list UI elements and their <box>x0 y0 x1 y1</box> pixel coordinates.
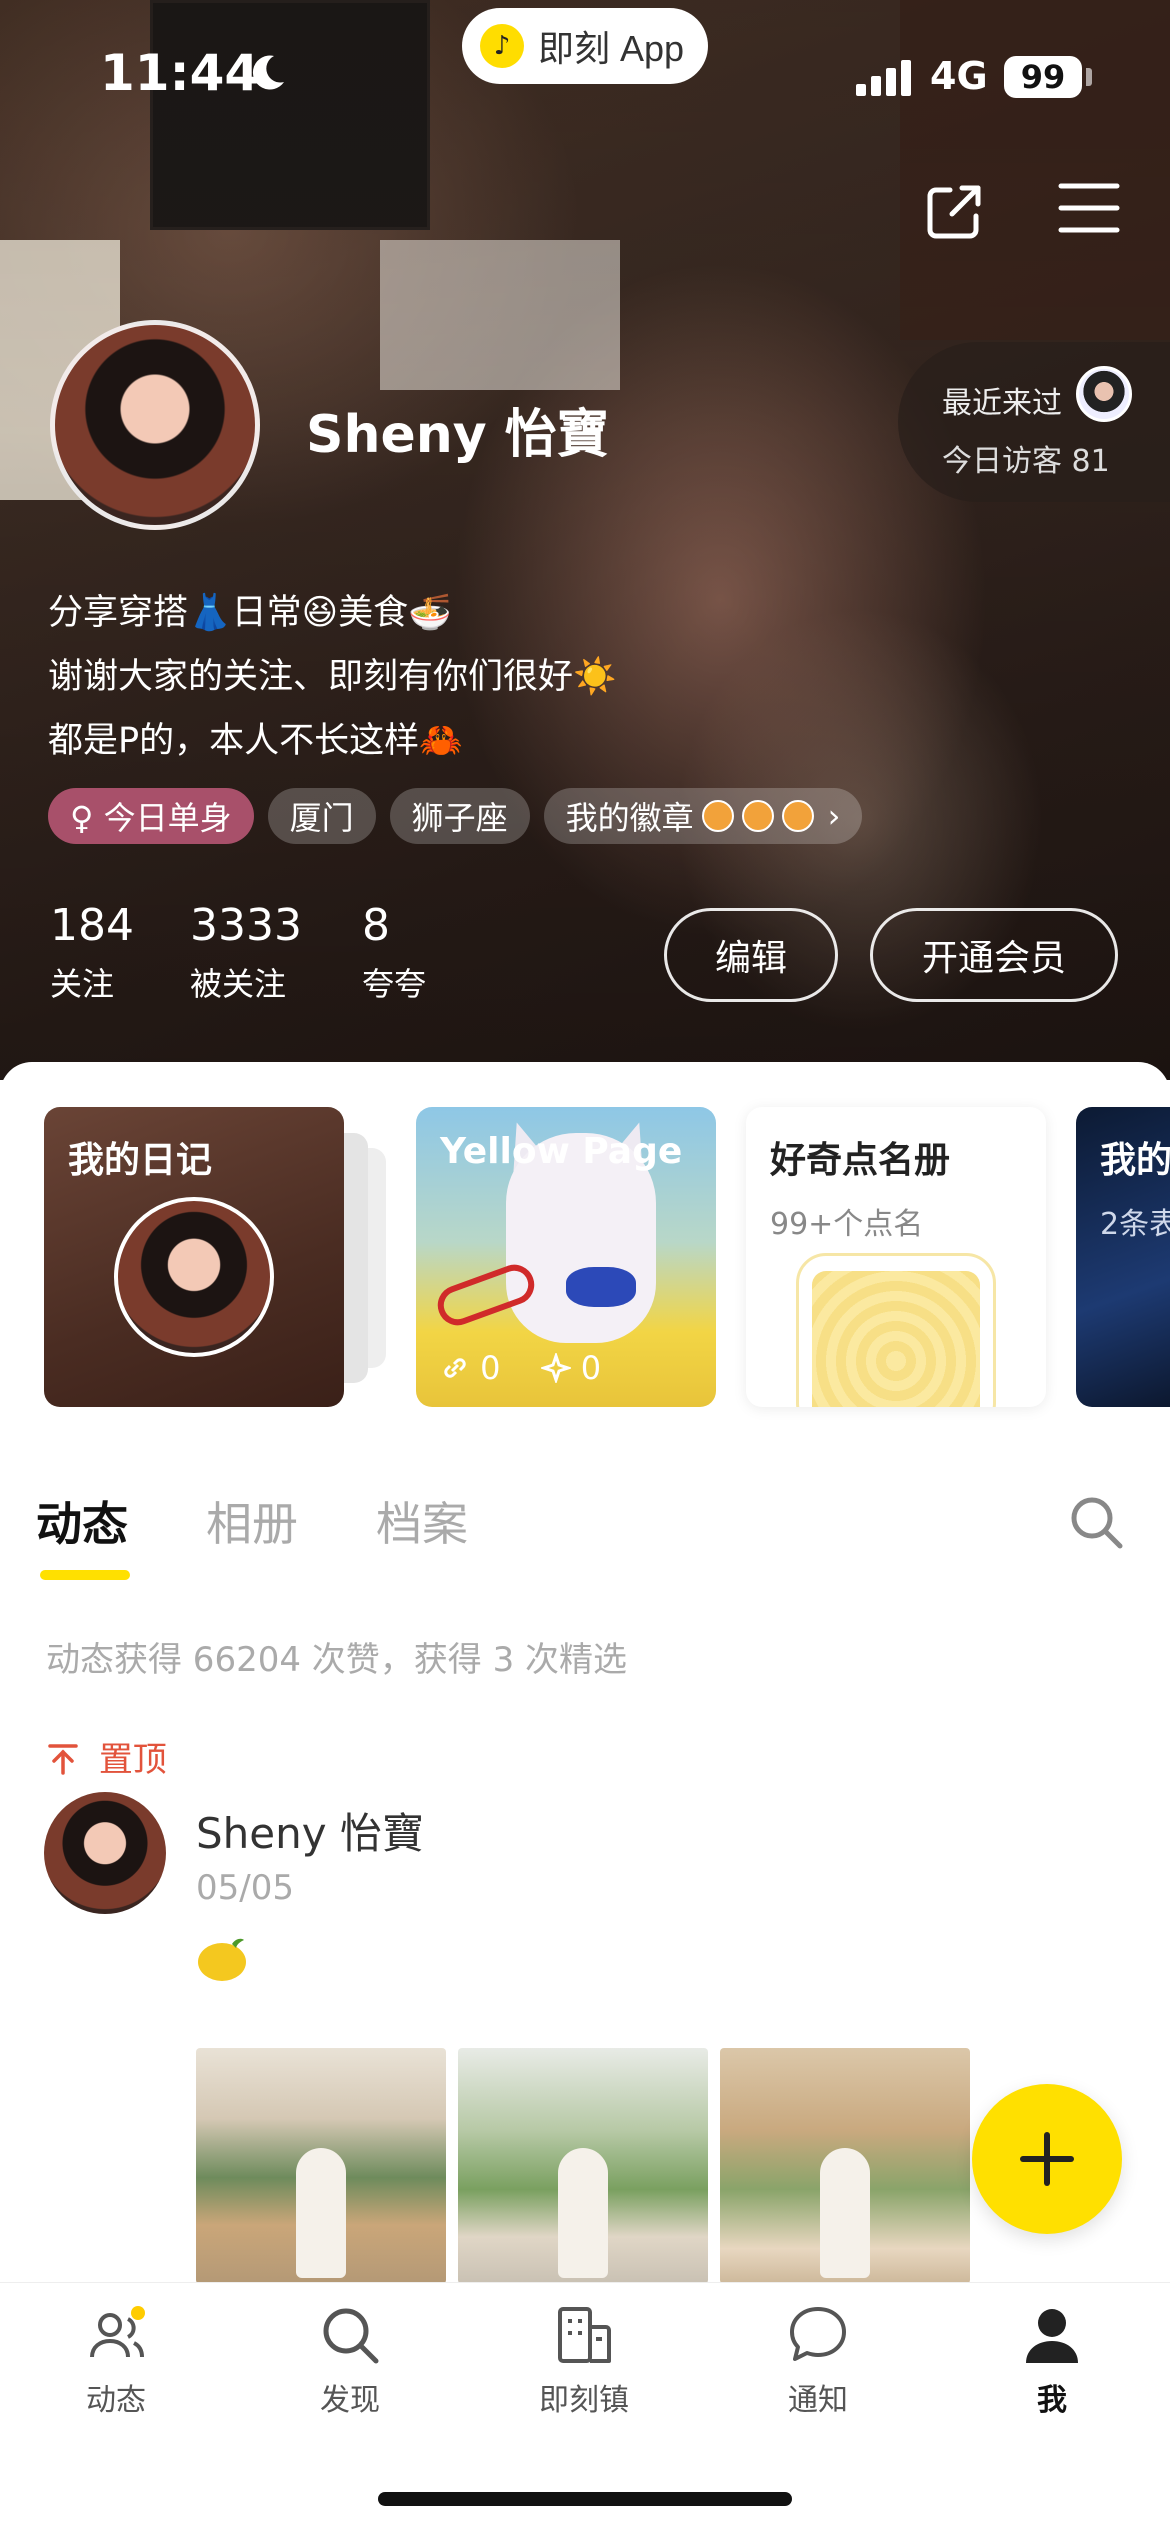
person-icon <box>1026 2309 1078 2363</box>
chat-bubble-icon <box>790 2307 846 2361</box>
tab-feed[interactable]: 动态 <box>36 1488 128 1554</box>
diary-title: 我的日记 <box>68 1140 213 1181</box>
diary-card[interactable]: 我的日记 <box>44 1107 344 1407</box>
bio-line: 谢谢大家的关注、即刻有你们很好☀️ <box>48 657 617 697</box>
edit-button[interactable]: 编辑 <box>664 908 838 1002</box>
post-photo[interactable] <box>720 2048 970 2284</box>
lemon-icon <box>196 1936 248 1984</box>
visitor-avatar <box>1076 366 1132 422</box>
nav-item-me[interactable]: 我 <box>982 2303 1122 2419</box>
app-pill[interactable]: ♪ 即刻 App <box>462 8 708 84</box>
chevron-right-icon: › <box>827 797 841 835</box>
nav-item-feed[interactable]: 动态 <box>46 2303 186 2419</box>
link-stat: 0 <box>440 1349 501 1387</box>
photo-figure <box>296 2148 346 2278</box>
photo-figure <box>820 2148 870 2278</box>
yellow-page-card[interactable]: Yellow Page 0 0 <box>416 1107 716 1407</box>
stat-label: 夸夸 <box>362 965 427 1003</box>
battery-icon: 99 <box>1004 56 1082 98</box>
nav-label: 即刻镇 <box>539 2383 629 2418</box>
profile-name: Sheny 怡寶 <box>306 405 609 465</box>
status-tag[interactable]: ♀ 今日单身 <box>48 788 254 844</box>
app-pill-label: 即刻 App <box>538 28 685 69</box>
people-icon <box>90 2306 145 2358</box>
likes-summary: 动态获得 66204 次赞，获得 3 次精选 <box>46 1640 628 1680</box>
jike-logo-icon: ♪ <box>480 24 524 68</box>
signal-icon <box>856 58 914 96</box>
pinned-label: 置顶 <box>48 1732 167 1781</box>
stat-number: 8 <box>362 900 390 951</box>
diary-stack-page <box>344 1133 368 1383</box>
mine-title: 我的 <box>1100 1140 1170 1181</box>
curious-title: 好奇点名册 <box>770 1140 951 1181</box>
nav-label: 动态 <box>86 2383 146 2418</box>
yellow-page-stats: 0 0 <box>440 1349 601 1387</box>
network-type: 4G <box>930 54 988 98</box>
nav-item-notifications[interactable]: 通知 <box>748 2303 888 2419</box>
stat-number: 184 <box>50 900 134 951</box>
compose-button[interactable] <box>972 2084 1122 2234</box>
profile-tags: ♀ 今日单身 厦门 狮子座 我的徽章 › <box>48 788 863 844</box>
sparkle-icon <box>538 1351 573 1385</box>
post-author[interactable]: Sheny 怡寶 <box>196 1800 424 1861</box>
link-count: 0 <box>480 1349 501 1387</box>
home-indicator <box>378 2492 792 2506</box>
stat-praise[interactable]: 8 夸夸 <box>362 900 426 1005</box>
stat-following[interactable]: 184 关注 <box>50 900 134 1005</box>
post-date: 05/05 <box>196 1868 294 1908</box>
moon-icon <box>248 52 288 92</box>
post-photo[interactable] <box>458 2048 708 2284</box>
zodiac-tag[interactable]: 狮子座 <box>389 788 530 844</box>
stat-label: 关注 <box>50 965 115 1003</box>
nav-label: 通知 <box>788 2383 848 2418</box>
bio-line: 分享穿搭👗日常😆美食🍜 <box>48 593 452 633</box>
share-icon[interactable] <box>922 180 986 244</box>
badge-icon <box>701 800 734 832</box>
vip-button[interactable]: 开通会员 <box>870 908 1118 1002</box>
stat-label: 被关注 <box>190 965 287 1003</box>
profile-avatar[interactable] <box>50 320 260 530</box>
nav-label: 我 <box>1037 2383 1067 2418</box>
visitors-panel[interactable]: 最近来过 今日访客 81 <box>898 342 1170 502</box>
mine-card[interactable]: 我的 2条表 <box>1076 1107 1170 1407</box>
battery-tip <box>1086 68 1092 86</box>
mine-subtitle: 2条表 <box>1100 1207 1170 1242</box>
building-icon <box>558 2307 611 2363</box>
star-count: 0 <box>580 1349 602 1387</box>
photo-figure <box>558 2148 608 2278</box>
status-time: 11:44 <box>100 44 260 102</box>
nav-label: 发现 <box>320 2383 380 2418</box>
diary-avatar <box>114 1197 274 1357</box>
search-icon[interactable] <box>1068 1494 1124 1550</box>
nav-item-town[interactable]: 即刻镇 <box>514 2303 654 2419</box>
tab-profile[interactable]: 档案 <box>376 1488 468 1554</box>
stat-followers[interactable]: 3333 被关注 <box>190 900 302 1005</box>
search-icon <box>323 2308 379 2364</box>
tab-indicator <box>40 1570 130 1580</box>
pin-arrow-icon <box>48 1744 78 1775</box>
badge-icon <box>741 800 774 832</box>
badges-label: 我的徽章 <box>565 799 694 837</box>
link-icon <box>444 1358 466 1378</box>
pinned-text: 置顶 <box>98 1740 167 1780</box>
curious-subtitle: 99+个点名 <box>770 1207 924 1242</box>
bow-illustration <box>566 1267 636 1307</box>
curious-card[interactable]: 好奇点名册 99+个点名 <box>746 1107 1046 1407</box>
yellow-page-title: Yellow Page <box>440 1131 683 1172</box>
post-photo[interactable] <box>196 2048 446 2284</box>
city-tag[interactable]: 厦门 <box>267 788 376 844</box>
star-stat: 0 <box>538 1349 602 1387</box>
recent-visitors-label: 最近来过 <box>942 386 1062 421</box>
today-visitors-label: 今日访客 81 <box>942 444 1110 479</box>
plus-icon <box>1020 2132 1074 2186</box>
nav-item-discover[interactable]: 发现 <box>280 2303 420 2419</box>
menu-icon[interactable] <box>1058 180 1120 236</box>
post-avatar[interactable] <box>44 1792 166 1914</box>
lightbulb-icon <box>812 1271 980 1407</box>
stat-number: 3333 <box>190 900 302 951</box>
badge-icon <box>781 800 814 832</box>
badges-tag[interactable]: 我的徽章 › <box>543 788 863 844</box>
bio-line: 都是P的，本人不长这样🦀 <box>48 721 463 761</box>
tab-album[interactable]: 相册 <box>206 1488 298 1554</box>
